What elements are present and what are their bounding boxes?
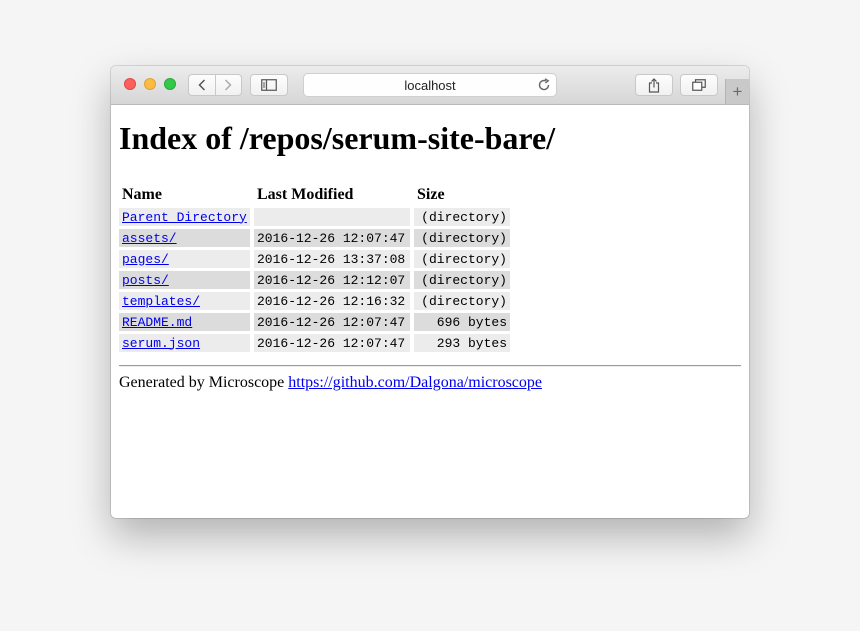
directory-table: Name Last Modified Size Parent Directory… <box>115 182 514 355</box>
file-link[interactable]: Parent Directory <box>122 210 247 225</box>
table-row: serum.json 2016-12-26 12:07:47 293 bytes <box>119 334 510 352</box>
size-cell: (directory) <box>414 292 510 310</box>
name-cell: serum.json <box>119 334 250 352</box>
name-cell: README.md <box>119 313 250 331</box>
name-cell: Parent Directory <box>119 208 250 226</box>
back-button[interactable] <box>189 75 215 95</box>
address-bar[interactable]: localhost <box>303 73 557 97</box>
size-cell: (directory) <box>414 208 510 226</box>
modified-cell: 2016-12-26 13:37:08 <box>254 250 410 268</box>
name-cell: pages/ <box>119 250 250 268</box>
forward-button[interactable] <box>216 75 242 95</box>
share-icon <box>648 77 660 93</box>
file-link[interactable]: templates/ <box>122 294 200 309</box>
sidebar-icon <box>261 79 277 91</box>
file-link[interactable]: assets/ <box>122 231 177 246</box>
size-cell: (directory) <box>414 271 510 289</box>
modified-cell: 2016-12-26 12:07:47 <box>254 229 410 247</box>
navigation-buttons <box>188 74 242 96</box>
close-window-button[interactable] <box>124 78 136 90</box>
table-row: Parent Directory (directory) <box>119 208 510 226</box>
browser-window: localhost + Index of /repos/serum-site-b… <box>111 66 749 518</box>
share-button[interactable] <box>635 74 673 96</box>
table-row: pages/ 2016-12-26 13:37:08 (directory) <box>119 250 510 268</box>
modified-cell: 2016-12-26 12:16:32 <box>254 292 410 310</box>
table-row: posts/ 2016-12-26 12:12:07 (directory) <box>119 271 510 289</box>
column-header-name: Name <box>122 186 162 203</box>
column-header-modified: Last Modified <box>257 186 354 203</box>
tabs-overview-icon <box>692 79 706 91</box>
horizontal-rule <box>119 365 741 367</box>
page-title: Index of /repos/serum-site-bare/ <box>119 120 556 156</box>
column-header-size: Size <box>417 186 445 203</box>
minimize-window-button[interactable] <box>144 78 156 90</box>
file-link[interactable]: pages/ <box>122 252 169 267</box>
page-content: Index of /repos/serum-site-bare/ Name La… <box>111 105 749 518</box>
file-link[interactable]: posts/ <box>122 273 169 288</box>
back-icon <box>198 79 205 91</box>
name-cell: posts/ <box>119 271 250 289</box>
footer: Generated by Microscope https://github.c… <box>119 374 542 392</box>
name-cell: assets/ <box>119 229 250 247</box>
table-row: assets/ 2016-12-26 12:07:47 (directory) <box>119 229 510 247</box>
forward-icon <box>225 79 232 91</box>
size-cell: 696 bytes <box>414 313 510 331</box>
new-tab-button[interactable]: + <box>725 79 749 104</box>
table-header-row: Name Last Modified Size <box>119 185 510 205</box>
file-link[interactable]: README.md <box>122 315 192 330</box>
modified-cell: 2016-12-26 12:07:47 <box>254 334 410 352</box>
file-link[interactable]: serum.json <box>122 336 200 351</box>
modified-cell: 2016-12-26 12:07:47 <box>254 313 410 331</box>
modified-cell: 2016-12-26 12:12:07 <box>254 271 410 289</box>
browser-toolbar: localhost + <box>111 66 749 105</box>
footer-text: Generated by Microscope <box>119 374 285 391</box>
zoom-window-button[interactable] <box>164 78 176 90</box>
footer-link[interactable]: https://github.com/Dalgona/microscope <box>288 374 542 391</box>
reload-icon <box>538 78 550 91</box>
size-cell: (directory) <box>414 229 510 247</box>
size-cell: (directory) <box>414 250 510 268</box>
sidebar-button[interactable] <box>250 74 288 96</box>
address-text: localhost <box>404 78 456 93</box>
tabs-overview-button[interactable] <box>680 74 718 96</box>
reload-button[interactable] <box>537 78 551 97</box>
table-row: README.md 2016-12-26 12:07:47 696 bytes <box>119 313 510 331</box>
table-row: templates/ 2016-12-26 12:16:32 (director… <box>119 292 510 310</box>
modified-cell <box>254 208 410 226</box>
name-cell: templates/ <box>119 292 250 310</box>
size-cell: 293 bytes <box>414 334 510 352</box>
